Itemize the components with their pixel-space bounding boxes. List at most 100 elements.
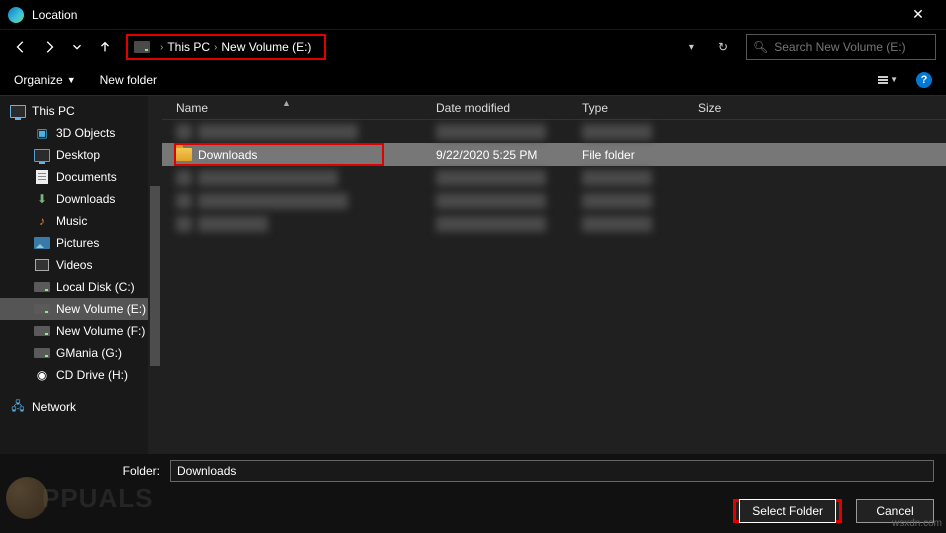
tree-label: New Volume (F:) <box>56 324 145 338</box>
organize-button[interactable]: Organize ▼ <box>14 73 76 87</box>
refresh-icon[interactable]: ↻ <box>718 40 728 54</box>
tree-label: Desktop <box>56 148 100 162</box>
select-folder-button[interactable]: Select Folder <box>739 499 836 523</box>
tree-pictures[interactable]: Pictures <box>0 232 162 254</box>
close-button[interactable]: ✕ <box>898 6 938 23</box>
breadcrumb-seg-volume[interactable]: New Volume (E:) <box>221 40 311 54</box>
tree-documents[interactable]: Documents <box>0 166 162 188</box>
chevron-down-icon: ▼ <box>67 75 76 85</box>
drive-icon <box>34 324 50 338</box>
main-area: This PC ▣ 3D Objects Desktop Documents ⬇ D… <box>0 96 946 454</box>
search-input[interactable] <box>774 40 929 54</box>
cube-icon: ▣ <box>34 126 50 140</box>
tree-label: Videos <box>56 258 92 272</box>
tree-this-pc[interactable]: This PC <box>0 100 162 122</box>
search-box[interactable]: 🔍︎ <box>746 34 936 60</box>
music-icon: ♪ <box>34 214 50 228</box>
tree-label: Network <box>32 400 76 414</box>
sort-indicator-icon: ▲ <box>282 98 291 108</box>
file-list[interactable]: Name ▲ Date modified Type Size Downloads… <box>162 96 946 454</box>
breadcrumb-seg-thispc[interactable]: This PC <box>167 40 210 54</box>
tree-label: Downloads <box>56 192 115 206</box>
drive-icon <box>134 41 150 53</box>
tree-desktop[interactable]: Desktop <box>0 144 162 166</box>
folder-field[interactable]: Downloads <box>170 460 934 482</box>
recent-dropdown[interactable] <box>66 36 88 58</box>
tree-label: New Volume (E:) <box>56 302 146 316</box>
file-name: Downloads <box>198 148 257 162</box>
chevron-down-icon[interactable]: ▾ <box>689 42 694 53</box>
tree-videos[interactable]: Videos <box>0 254 162 276</box>
tree-label: Local Disk (C:) <box>56 280 135 294</box>
list-item[interactable] <box>162 212 946 235</box>
tree-music[interactable]: ♪ Music <box>0 210 162 232</box>
chevron-down-icon: ▼ <box>890 75 898 84</box>
network-icon: 🖧 <box>10 400 26 414</box>
tree-downloads[interactable]: ⬇ Downloads <box>0 188 162 210</box>
watermark-text: PPUALS <box>42 483 153 514</box>
document-icon <box>34 170 50 184</box>
select-folder-label: Select Folder <box>752 504 823 518</box>
chevron-right-icon: › <box>210 42 221 53</box>
drive-icon <box>34 346 50 360</box>
folder-label: Folder: <box>12 464 160 478</box>
disc-icon: ◉ <box>34 368 50 382</box>
tree-3d-objects[interactable]: ▣ 3D Objects <box>0 122 162 144</box>
tree-new-volume-e[interactable]: New Volume (E:) <box>0 298 162 320</box>
back-button[interactable] <box>10 36 32 58</box>
watermark: PPUALS <box>6 477 153 519</box>
col-date[interactable]: Date modified <box>436 101 582 115</box>
forward-button[interactable] <box>38 36 60 58</box>
tree-label: Pictures <box>56 236 99 250</box>
tree-label: CD Drive (H:) <box>56 368 128 382</box>
col-type[interactable]: Type <box>582 101 698 115</box>
tree-label: Documents <box>56 170 117 184</box>
view-mode-button[interactable]: ▼ <box>878 75 898 84</box>
chevron-right-icon: › <box>156 42 167 53</box>
organize-label: Organize <box>14 73 63 87</box>
picture-icon <box>34 236 50 250</box>
folder-icon <box>176 148 192 161</box>
toolbar: Organize ▼ New folder ▼ ? <box>0 64 946 96</box>
download-icon: ⬇ <box>34 192 50 206</box>
edge-icon <box>8 7 24 23</box>
tree-label: Music <box>56 214 87 228</box>
tree-new-volume-f[interactable]: New Volume (F:) <box>0 320 162 342</box>
address-controls: ▾ ↻ <box>689 40 728 54</box>
tree-cd-drive-h[interactable]: ◉ CD Drive (H:) <box>0 364 162 386</box>
list-item[interactable] <box>162 166 946 189</box>
tree-scrollbar[interactable] <box>148 96 162 454</box>
titlebar: Location ✕ <box>0 0 946 30</box>
new-folder-button[interactable]: New folder <box>100 73 157 87</box>
help-icon[interactable]: ? <box>916 72 932 88</box>
select-folder-highlight: Select Folder <box>733 499 842 523</box>
drive-icon <box>34 280 50 294</box>
list-item-downloads[interactable]: Downloads 9/22/2020 5:25 PM File folder <box>162 143 946 166</box>
file-date: 9/22/2020 5:25 PM <box>436 148 582 162</box>
breadcrumb[interactable]: › This PC › New Volume (E:) <box>126 34 326 60</box>
nav-row: › This PC › New Volume (E:) ▾ ↻ 🔍︎ <box>0 30 946 64</box>
cancel-label: Cancel <box>876 504 913 518</box>
list-item[interactable] <box>162 120 946 143</box>
video-icon <box>34 258 50 272</box>
nav-tree[interactable]: This PC ▣ 3D Objects Desktop Documents ⬇ D… <box>0 96 162 454</box>
watermark-url: wsxdn.com <box>892 518 942 529</box>
col-size[interactable]: Size <box>698 101 946 115</box>
file-type: File folder <box>582 148 698 162</box>
column-headers[interactable]: Name ▲ Date modified Type Size <box>162 96 946 120</box>
folder-value: Downloads <box>177 464 236 478</box>
tree-local-disk-c[interactable]: Local Disk (C:) <box>0 276 162 298</box>
col-name[interactable]: Name <box>176 101 436 115</box>
up-button[interactable] <box>94 36 116 58</box>
tree-gmania-g[interactable]: GMania (G:) <box>0 342 162 364</box>
tree-label: This PC <box>32 104 75 118</box>
watermark-avatar-icon <box>6 477 48 519</box>
list-item[interactable] <box>162 189 946 212</box>
drive-icon <box>34 302 50 316</box>
new-folder-label: New folder <box>100 73 157 87</box>
window-title: Location <box>32 8 898 22</box>
tree-network[interactable]: 🖧 Network <box>0 396 162 418</box>
tree-label: GMania (G:) <box>56 346 122 360</box>
desktop-icon <box>34 148 50 162</box>
tree-label: 3D Objects <box>56 126 115 140</box>
